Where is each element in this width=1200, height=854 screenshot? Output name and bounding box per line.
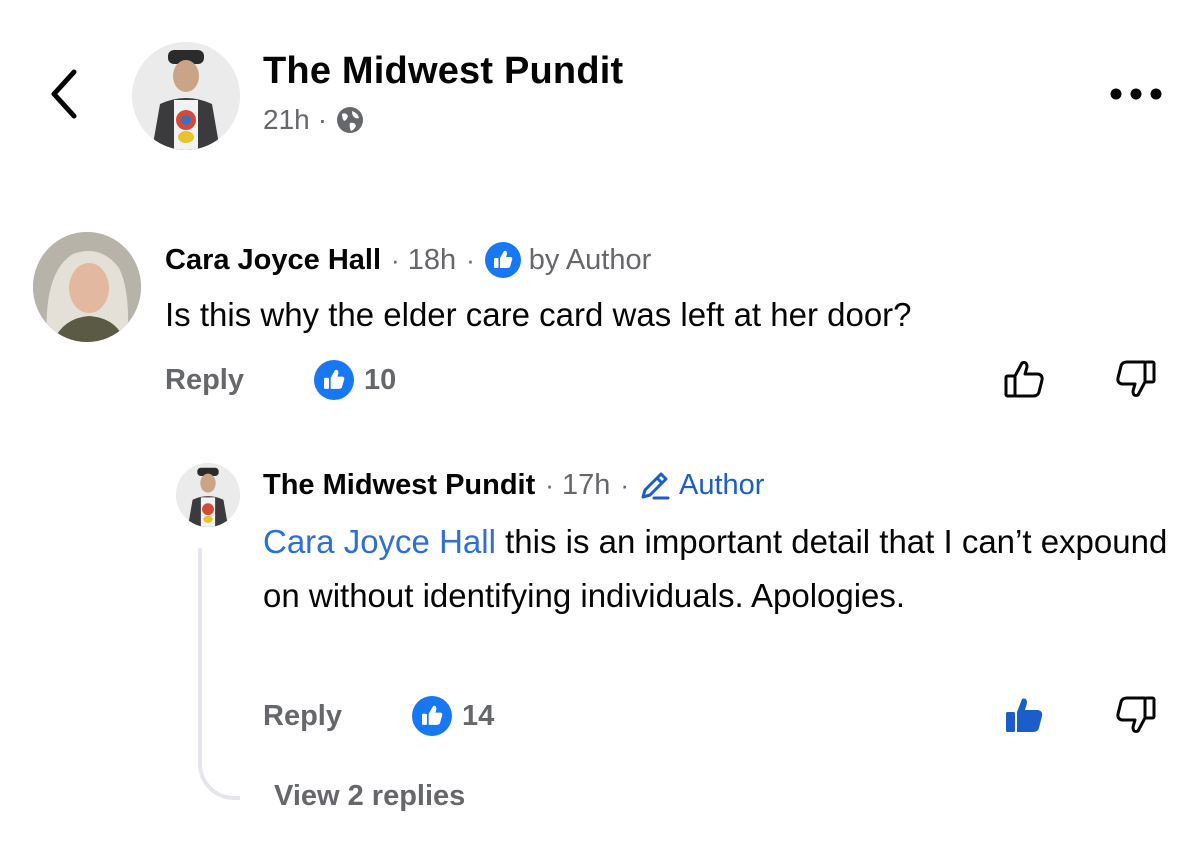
page-avatar[interactable]: [132, 42, 240, 150]
reaction-count: 14: [461, 699, 495, 732]
meta-separator: ·: [545, 469, 554, 500]
thumbs-up-filled-icon: [1006, 698, 1043, 732]
meta-separator: ·: [466, 244, 475, 275]
meta-separator: ·: [317, 104, 328, 135]
thumbs-down-outline-icon: [1116, 360, 1156, 397]
reply-actions: Reply 14: [263, 694, 494, 738]
reply-header: The Midwest Pundit · 17h · Author: [263, 467, 764, 503]
reply-author[interactable]: The Midwest Pundit: [263, 469, 535, 502]
reply-time[interactable]: 17h: [562, 469, 610, 502]
like-reaction-icon: [411, 696, 452, 736]
reply-text-block: Cara Joyce Hall this is an important det…: [263, 515, 1183, 623]
thumbs-up-outline-icon: [1004, 361, 1044, 398]
reply-button[interactable]: Reply: [165, 364, 244, 397]
back-button[interactable]: [44, 66, 88, 122]
downvote-button[interactable]: [1112, 356, 1158, 407]
chevron-left-icon: [51, 69, 77, 119]
downvote-button[interactable]: [1112, 692, 1158, 743]
page-title[interactable]: The Midwest Pundit: [263, 50, 623, 93]
comment-header: Cara Joyce Hall · 18h · by Author: [165, 242, 651, 278]
like-reaction-icon: [313, 360, 354, 400]
more-dots-icon: [1110, 88, 1162, 100]
upvote-button[interactable]: [1002, 692, 1048, 743]
like-badge-icon: [484, 242, 521, 278]
post-time: 21h: [263, 104, 310, 135]
comment-time[interactable]: 18h: [408, 244, 456, 277]
reply-button[interactable]: Reply: [263, 700, 342, 733]
meta-separator: ·: [391, 244, 400, 275]
upvote-button[interactable]: [1002, 356, 1048, 407]
globe-icon: [337, 107, 364, 133]
liked-by-author-label: by Author: [528, 243, 652, 276]
page-avatar-image: [132, 42, 240, 150]
commenter-avatar[interactable]: [33, 232, 141, 342]
view-replies-link[interactable]: View 2 replies: [274, 780, 465, 813]
author-tag: Author: [679, 468, 765, 501]
reaction-count: 10: [363, 363, 397, 396]
reply-author-avatar[interactable]: [176, 463, 240, 527]
comment-author[interactable]: Cara Joyce Hall: [165, 244, 381, 277]
commenter-avatar-image: [33, 232, 141, 342]
comment-text: Is this why the elder care card was left…: [165, 296, 912, 333]
mention-link[interactable]: Cara Joyce Hall: [263, 523, 496, 560]
more-options-button[interactable]: [1108, 84, 1164, 104]
meta-separator: ·: [620, 469, 630, 500]
reply-author-avatar-image: [176, 463, 240, 527]
post-meta: 21h ·: [263, 104, 365, 136]
comment-actions: Reply 10: [165, 358, 396, 402]
thread-connector-line: [198, 548, 240, 800]
reaction-summary[interactable]: 14: [411, 696, 495, 736]
thumbs-down-outline-icon: [1116, 696, 1156, 733]
pencil-icon: [641, 472, 670, 500]
reaction-summary[interactable]: 10: [313, 360, 397, 400]
